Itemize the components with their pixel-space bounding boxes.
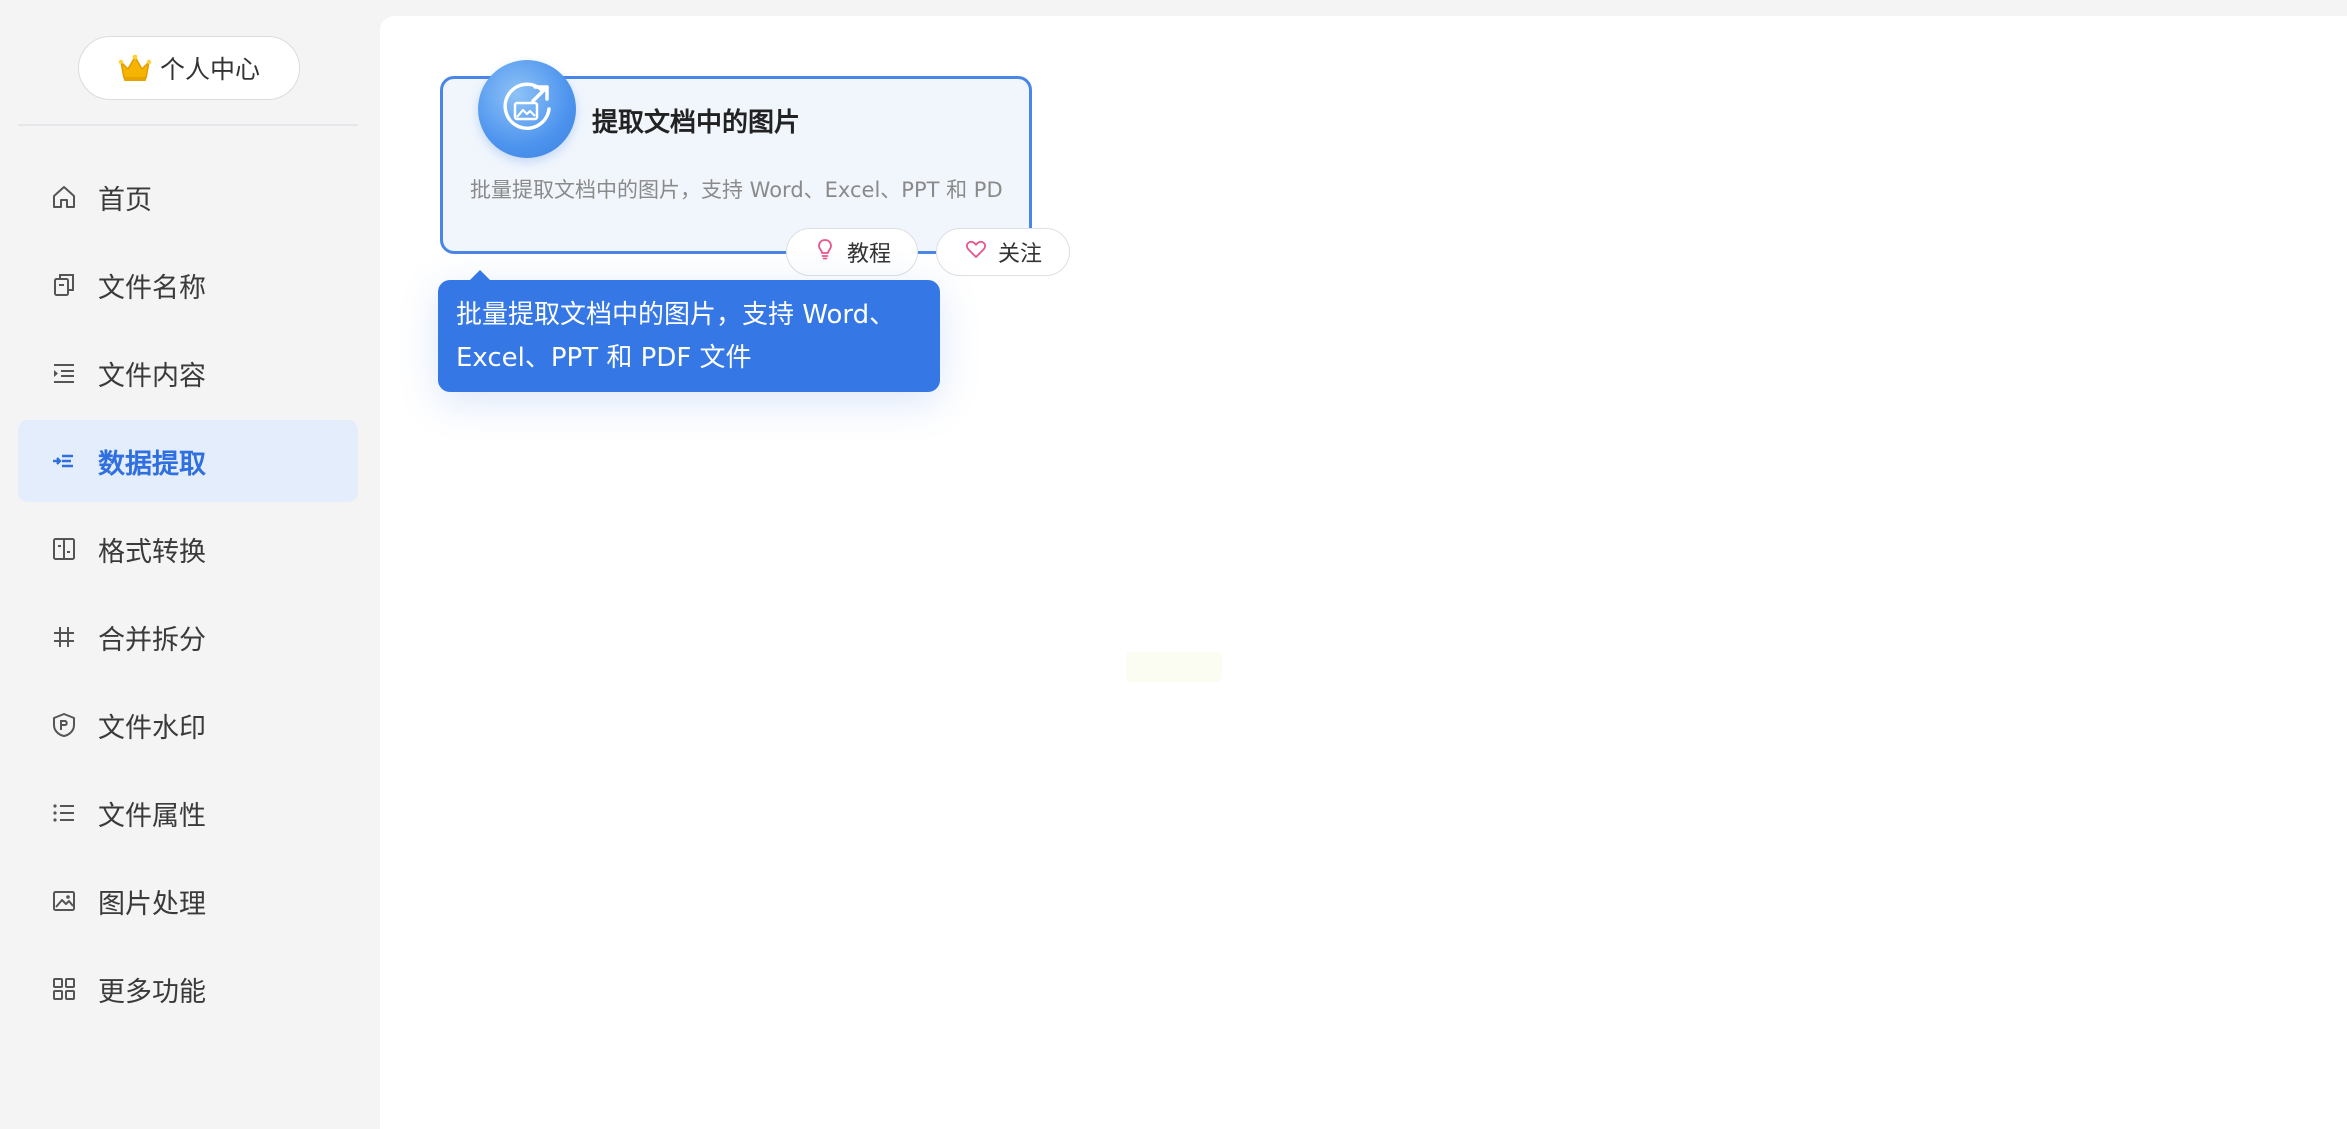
sidebar-item-label: 首页: [98, 184, 152, 216]
sidebar-divider: [18, 124, 358, 126]
sidebar-item-file-name[interactable]: 文件名称: [18, 244, 358, 326]
convert-frame-icon: [50, 535, 78, 563]
tool-card-title: 提取文档中的图片: [592, 108, 801, 138]
image-icon: [50, 887, 78, 915]
sidebar-item-label: 合并拆分: [98, 624, 206, 656]
tooltip: 批量提取文档中的图片，支持 Word、 Excel、PPT 和 PDF 文件: [438, 270, 940, 392]
tooltip-line-2: Excel、PPT 和 PDF 文件: [456, 343, 752, 373]
grid-icon: [50, 975, 78, 1003]
sidebar-item-label: 图片处理: [98, 888, 206, 920]
sidebar-item-watermark[interactable]: 文件水印: [18, 684, 358, 766]
sidebar-item-file-properties[interactable]: 文件属性: [18, 772, 358, 854]
sidebar-item-merge-split[interactable]: 合并拆分: [18, 596, 358, 678]
sidebar-item-label: 格式转换: [98, 536, 206, 568]
hash-icon: [50, 623, 78, 651]
indent-list-icon: [50, 359, 78, 387]
sidebar-item-label: 文件内容: [98, 360, 206, 392]
extract-icon: [50, 447, 78, 475]
sidebar-item-label: 文件属性: [98, 800, 206, 832]
sidebar-item-image-process[interactable]: 图片处理: [18, 860, 358, 942]
sidebar-item-file-content[interactable]: 文件内容: [18, 332, 358, 414]
sidebar-item-data-extract[interactable]: 数据提取: [18, 420, 358, 502]
image-export-icon: [478, 60, 576, 158]
follow-label: 关注: [997, 242, 1042, 267]
heart-icon: [964, 237, 988, 267]
personal-center-button[interactable]: 个人中心: [78, 36, 300, 100]
sidebar-item-label: 更多功能: [98, 976, 206, 1008]
sidebar-item-more[interactable]: 更多功能: [18, 948, 358, 1030]
home-icon: [50, 183, 78, 211]
follow-button[interactable]: 关注: [936, 228, 1070, 276]
list-icon: [50, 799, 78, 827]
sidebar-item-home[interactable]: 首页: [18, 156, 358, 238]
sidebar-item-label: 数据提取: [98, 448, 206, 480]
background-artifact: [1126, 652, 1222, 682]
lightbulb-icon: [813, 237, 837, 267]
sidebar-item-label: 文件名称: [98, 272, 206, 304]
file-copy-icon: [50, 271, 78, 299]
crown-icon: [118, 53, 152, 83]
personal-center-label: 个人中心: [159, 55, 260, 84]
nav-list: 首页 文件名称 文件内容 数据提取 格式转换 合并拆分 文件水印 文件属性 图片…: [18, 156, 358, 1036]
tutorial-label: 教程: [846, 242, 891, 267]
tooltip-line-1: 批量提取文档中的图片，支持 Word、: [456, 300, 896, 330]
shield-watermark-icon: [50, 711, 78, 739]
tutorial-button[interactable]: 教程: [786, 228, 918, 276]
sidebar: 个人中心 首页 文件名称 文件内容 数据提取 格式转换 合并拆分 文件水印 文件…: [0, 0, 380, 1129]
tool-card-description: 批量提取文档中的图片，支持 Word、Excel、PPT 和 PDF 文件: [470, 178, 1004, 202]
sidebar-item-format-convert[interactable]: 格式转换: [18, 508, 358, 590]
sidebar-item-label: 文件水印: [98, 712, 206, 744]
